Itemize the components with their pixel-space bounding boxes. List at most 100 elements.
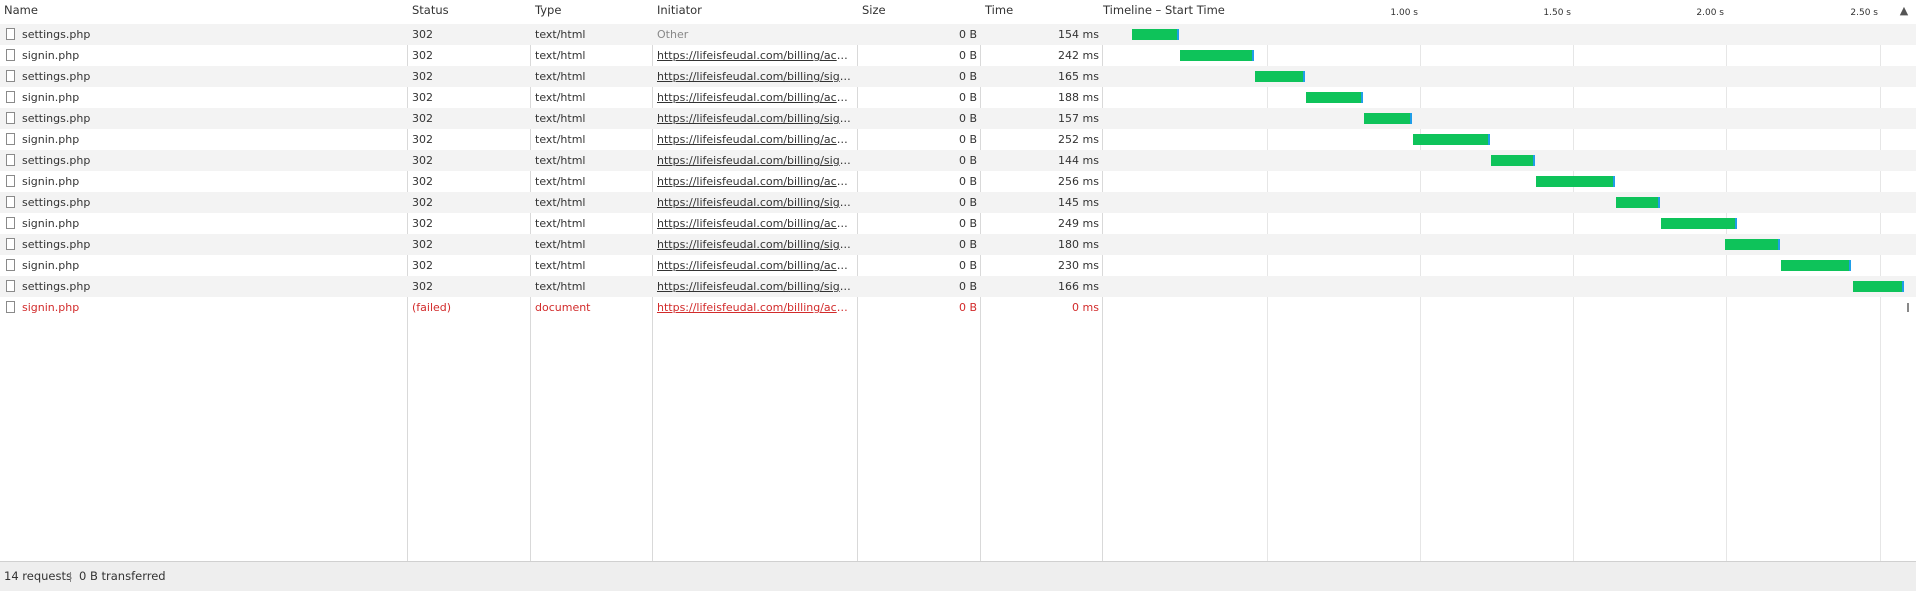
request-status: 302 [412,91,433,104]
request-name[interactable]: signin.php [4,255,404,276]
request-size: 0 B [958,217,977,230]
request-type: text/html [535,196,586,209]
timeline-bar[interactable] [1412,134,1491,145]
request-count: 14 requests [4,569,72,583]
request-initiator[interactable]: https://lifeisfeudal.com/billing/signin.… [657,234,853,255]
request-type: text/html [535,70,586,83]
table-row[interactable]: settings.php 302 text/html Other 0 B 154 ms [0,24,1916,45]
request-status: 302 [412,238,433,251]
request-type: text/html [535,154,586,167]
request-name[interactable]: signin.php [4,45,404,66]
header-type[interactable]: Type [531,0,652,24]
request-initiator[interactable]: https://lifeisfeudal.com/billing/signin.… [657,192,853,213]
table-row[interactable]: settings.php 302 text/html https://lifeisfe… [0,234,1916,255]
table-row[interactable]: signin.php 302 text/html https://lifeisfeud… [0,213,1916,234]
request-initiator[interactable]: https://lifeisfeudal.com/billing/signin.… [657,150,853,171]
request-list: settings.php 302 text/html Other 0 B 154 ms si… [0,24,1916,318]
request-type: text/html [535,49,586,62]
request-status: 302 [412,196,433,209]
request-size: 0 B [958,238,977,251]
timeline-tick-label: 2.50 s [1850,8,1878,18]
request-name[interactable]: settings.php [4,66,404,87]
table-row[interactable]: settings.php 302 text/html https://lifeisfe… [0,150,1916,171]
request-time: 180 ms [1058,238,1099,251]
request-initiator[interactable]: https://lifeisfeudal.com/billing/signin.… [657,66,853,87]
request-name[interactable]: signin.php [4,297,404,318]
request-time: 256 ms [1058,175,1099,188]
request-type: text/html [535,238,586,251]
request-size: 0 B [958,70,977,83]
timeline-bar[interactable] [1179,50,1254,61]
request-initiator[interactable]: https://lifeisfeudal.com/billing/signin.… [657,108,853,129]
request-status: 302 [412,259,433,272]
request-status: 302 [412,154,433,167]
request-initiator[interactable]: https://lifeisfeudal.com/billing/account… [657,45,853,66]
table-header: Name Status Type Initiator Size Time Tim… [0,0,1916,25]
request-size: 0 B [958,49,977,62]
request-initiator[interactable]: https://lifeisfeudal.com/billing/account… [657,129,853,150]
header-status[interactable]: Status [408,0,530,24]
header-initiator[interactable]: Initiator [653,0,857,24]
request-name[interactable]: settings.php [4,234,404,255]
request-size: 0 B [958,91,977,104]
request-initiator[interactable]: https://lifeisfeudal.com/billing/account… [657,171,853,192]
table-row[interactable]: settings.php 302 text/html https://lifeisfe… [0,192,1916,213]
table-row[interactable]: signin.php 302 text/html https://lifeisfeud… [0,255,1916,276]
request-initiator: Other [657,28,689,41]
header-time[interactable]: Time [981,0,1102,24]
table-row[interactable]: signin.php 302 text/html https://lifeisfeud… [0,45,1916,66]
timeline-bar[interactable] [1491,155,1536,166]
timeline-bar[interactable] [1536,176,1615,187]
status-separator [70,572,71,582]
request-initiator[interactable]: https://lifeisfeudal.com/billing/account… [657,255,853,276]
timeline-bar[interactable] [1725,239,1781,250]
request-time: 145 ms [1058,196,1099,209]
table-row[interactable]: signin.php 302 text/html https://lifeisfeud… [0,171,1916,192]
header-timeline[interactable]: Timeline – Start Time [1099,0,1299,24]
sort-ascending-icon[interactable]: ▲ [1892,0,1916,24]
request-size: 0 B [958,112,977,125]
request-time: 144 ms [1058,154,1099,167]
request-initiator[interactable]: https://lifeisfeudal.com/billing/account… [657,297,853,318]
table-row[interactable]: signin.php 302 text/html https://lifeisfeud… [0,129,1916,150]
request-time: 242 ms [1058,49,1099,62]
transferred-size: 0 B transferred [79,569,166,583]
status-bar: 14 requests 0 B transferred [0,561,1916,591]
request-name[interactable]: settings.php [4,108,404,129]
table-row[interactable]: signin.php 302 text/html https://lifeisfeud… [0,87,1916,108]
request-name[interactable]: signin.php [4,87,404,108]
timeline-bar[interactable] [1132,29,1180,40]
table-row[interactable]: settings.php 302 text/html https://lifeisfe… [0,276,1916,297]
request-name[interactable]: signin.php [4,171,404,192]
table-row[interactable]: settings.php 302 text/html https://lifeisfe… [0,108,1916,129]
request-initiator[interactable]: https://lifeisfeudal.com/billing/account… [657,87,853,108]
request-name[interactable]: settings.php [4,192,404,213]
timeline-bar[interactable] [1364,113,1413,124]
request-name[interactable]: signin.php [4,213,404,234]
timeline-tick-label: 1.50 s [1543,8,1571,18]
header-name[interactable]: Name [0,0,407,24]
request-name[interactable]: signin.php [4,129,404,150]
request-time: 188 ms [1058,91,1099,104]
request-name[interactable]: settings.php [4,24,404,45]
request-initiator[interactable]: https://lifeisfeudal.com/billing/account… [657,213,853,234]
request-type: text/html [535,259,586,272]
request-type: document [535,301,591,314]
request-name[interactable]: settings.php [4,276,404,297]
request-type: text/html [535,217,586,230]
timeline-bar[interactable] [1254,71,1306,82]
timeline-bar[interactable] [1305,92,1364,103]
request-time: 154 ms [1058,28,1099,41]
request-initiator[interactable]: https://lifeisfeudal.com/billing/signin.… [657,276,853,297]
timeline-failed-marker [1907,303,1909,312]
timeline-bar[interactable] [1615,197,1661,208]
header-size[interactable]: Size [858,0,980,24]
timeline-bar[interactable] [1661,218,1738,229]
request-name[interactable]: settings.php [4,150,404,171]
request-type: text/html [535,280,586,293]
table-row[interactable]: settings.php 302 text/html https://lifeisfe… [0,66,1916,87]
request-time: 230 ms [1058,259,1099,272]
timeline-bar[interactable] [1852,281,1904,292]
table-row[interactable]: signin.php (failed) document https://lifeis… [0,297,1916,318]
timeline-bar[interactable] [1781,260,1852,271]
